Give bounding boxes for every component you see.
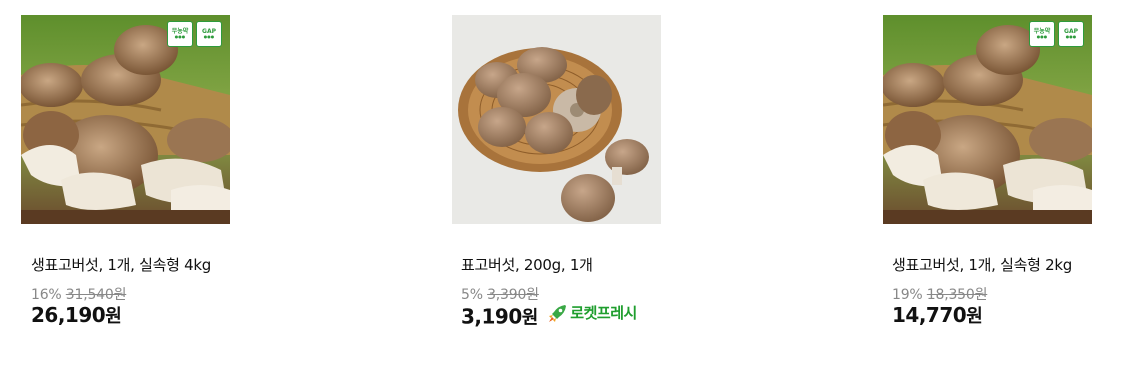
discount-rate: 19% — [892, 287, 923, 303]
discount-rate: 16% — [31, 287, 62, 303]
sale-price: 26,190원 — [31, 303, 122, 327]
shiitake-wicker-plate-photo-icon — [452, 15, 661, 224]
certification-badges: 무농약 ●●● GAP ●●● — [167, 21, 222, 47]
organic-badge: 무농약 ●●● — [1029, 21, 1055, 47]
product-title[interactable]: 생표고버섯, 1개, 실속형 4kg — [31, 254, 211, 275]
product-title[interactable]: 생표고버섯, 1개, 실속형 2kg — [892, 254, 1072, 275]
sale-price: 3,190원 로켓프레시 — [461, 302, 637, 329]
discount-rate: 5% — [461, 287, 483, 303]
certification-badges: 무농약 ●●● GAP ●●● — [1029, 21, 1084, 47]
gap-badge: GAP ●●● — [196, 21, 222, 47]
sale-price: 14,770원 — [892, 303, 983, 327]
product-image[interactable] — [452, 15, 661, 224]
product-title[interactable]: 표고버섯, 200g, 1개 — [461, 254, 593, 275]
gap-badge: GAP ●●● — [1058, 21, 1084, 47]
list-price: 3,390원 — [487, 287, 539, 303]
rocket-icon — [549, 304, 567, 322]
rocket-fresh-badge: 로켓프레시 — [548, 302, 637, 323]
product-image[interactable]: 무농약 ●●● GAP ●●● — [883, 15, 1092, 224]
original-price: 19% 18,350원 — [892, 284, 987, 304]
original-price: 16% 31,540원 — [31, 284, 126, 304]
product-image[interactable]: 무농약 ●●● GAP ●●● — [21, 15, 230, 224]
list-price: 18,350원 — [926, 287, 988, 303]
list-price: 31,540원 — [65, 287, 127, 303]
original-price: 5% 3,390원 — [461, 284, 539, 304]
organic-badge: 무농약 ●●● — [167, 21, 193, 47]
